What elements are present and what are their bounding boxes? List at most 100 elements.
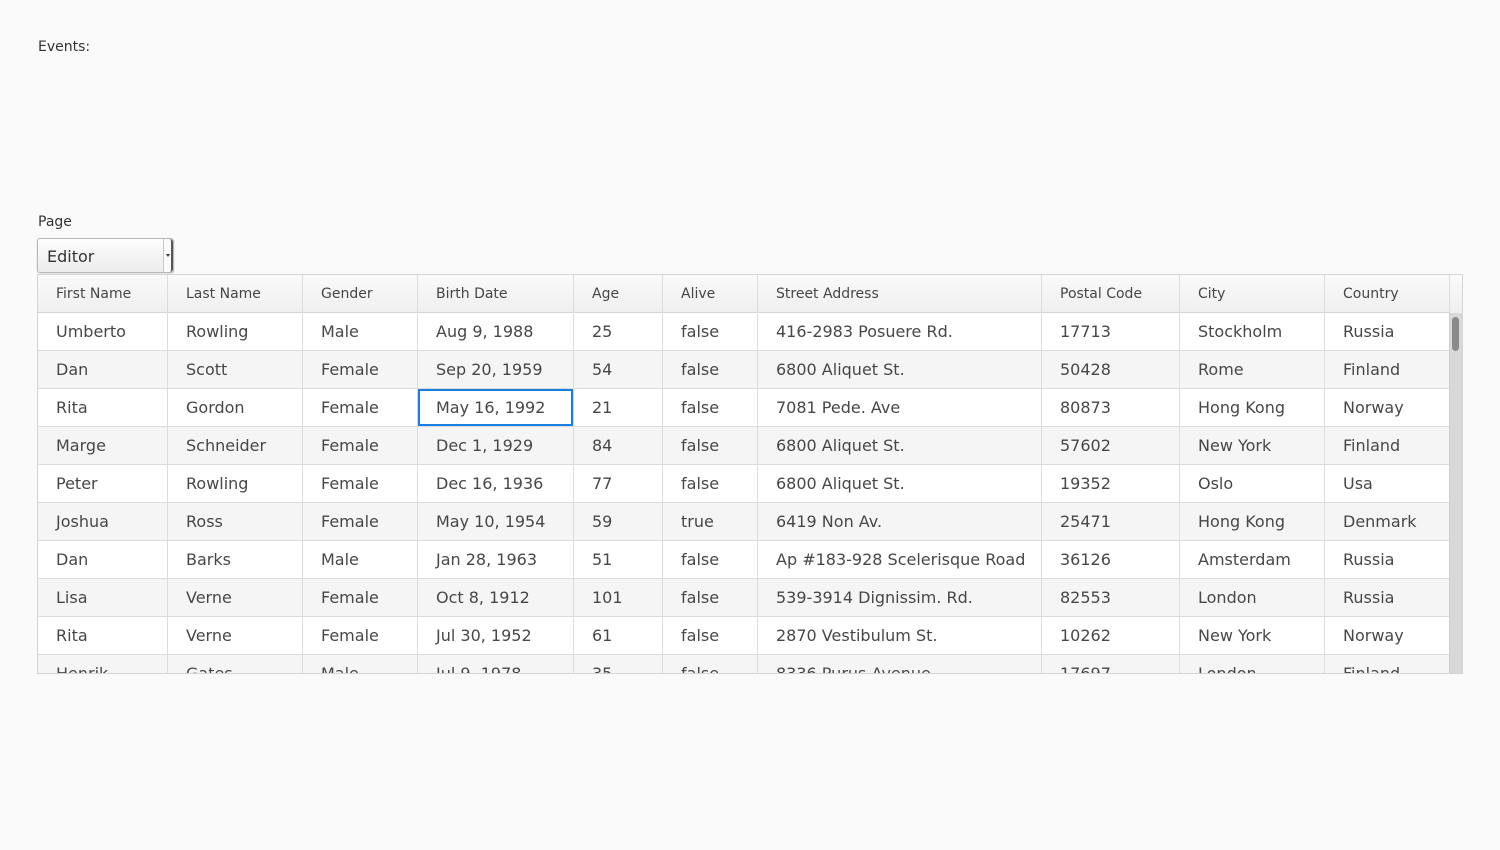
cell-first-name[interactable]: Peter [38, 465, 168, 502]
cell-street-address[interactable]: 8336 Purus Avenue [758, 655, 1042, 673]
table-row[interactable]: Peter Rowling Female Dec 16, 1936 77 false 680… [38, 465, 1450, 503]
cell-city[interactable]: Amsterdam [1180, 541, 1325, 578]
chevron-down-icon[interactable] [163, 239, 173, 272]
cell-gender[interactable]: Male [303, 313, 418, 350]
cell-alive[interactable]: false [663, 579, 758, 616]
cell-city[interactable]: New York [1180, 617, 1325, 654]
column-header-last-name[interactable]: Last Name [168, 275, 303, 313]
cell-country[interactable]: Norway [1325, 617, 1450, 654]
cell-country[interactable]: Russia [1325, 313, 1450, 350]
cell-birth-date[interactable]: Dec 16, 1936 [418, 465, 574, 502]
cell-street-address[interactable]: 416-2983 Posuere Rd. [758, 313, 1042, 350]
cell-first-name[interactable]: Dan [38, 541, 168, 578]
cell-alive[interactable]: false [663, 541, 758, 578]
cell-city[interactable]: Oslo [1180, 465, 1325, 502]
cell-last-name[interactable]: Schneider [168, 427, 303, 464]
cell-gender[interactable]: Female [303, 503, 418, 540]
cell-first-name[interactable]: Lisa [38, 579, 168, 616]
cell-gender[interactable]: Male [303, 655, 418, 673]
cell-city[interactable]: Hong Kong [1180, 503, 1325, 540]
data-grid[interactable]: First Name Last Name Gender Birth Date Age Al… [37, 274, 1463, 674]
cell-birth-date[interactable]: Oct 8, 1912 [418, 579, 574, 616]
cell-age[interactable]: 25 [574, 313, 663, 350]
cell-first-name[interactable]: Rita [38, 617, 168, 654]
table-row[interactable]: Rita Gordon Female May 16, 1992 21 false 7081 … [38, 389, 1450, 427]
cell-city[interactable]: Hong Kong [1180, 389, 1325, 426]
cell-postal-code[interactable]: 25471 [1042, 503, 1180, 540]
grid-body[interactable]: Umberto Rowling Male Aug 9, 1988 25 false 416-… [38, 313, 1450, 673]
table-row[interactable]: Dan Scott Female Sep 20, 1959 54 false 6800 Al… [38, 351, 1450, 389]
cell-postal-code[interactable]: 82553 [1042, 579, 1180, 616]
table-row[interactable]: Umberto Rowling Male Aug 9, 1988 25 false 416-… [38, 313, 1450, 351]
column-header-gender[interactable]: Gender [303, 275, 418, 313]
cell-gender[interactable]: Female [303, 351, 418, 388]
cell-postal-code[interactable]: 10262 [1042, 617, 1180, 654]
cell-gender[interactable]: Female [303, 465, 418, 502]
cell-street-address[interactable]: 6419 Non Av. [758, 503, 1042, 540]
cell-street-address[interactable]: 6800 Aliquet St. [758, 427, 1042, 464]
cell-last-name[interactable]: Ross [168, 503, 303, 540]
column-header-alive[interactable]: Alive [663, 275, 758, 313]
cell-age[interactable]: 35 [574, 655, 663, 673]
cell-first-name[interactable]: Umberto [38, 313, 168, 350]
column-header-street-address[interactable]: Street Address [758, 275, 1042, 313]
cell-last-name[interactable]: Rowling [168, 465, 303, 502]
cell-age[interactable]: 84 [574, 427, 663, 464]
cell-last-name[interactable]: Gordon [168, 389, 303, 426]
focused-cell-birth-date[interactable]: May 16, 1992 [418, 389, 574, 426]
cell-alive[interactable]: false [663, 655, 758, 673]
cell-city[interactable]: Rome [1180, 351, 1325, 388]
cell-birth-date[interactable]: Jul 30, 1952 [418, 617, 574, 654]
cell-first-name[interactable]: Joshua [38, 503, 168, 540]
cell-age[interactable]: 59 [574, 503, 663, 540]
scrollbar-thumb[interactable] [1452, 317, 1459, 351]
vertical-scrollbar[interactable] [1449, 313, 1462, 673]
cell-street-address[interactable]: 7081 Pede. Ave [758, 389, 1042, 426]
cell-country[interactable]: Finland [1325, 351, 1450, 388]
cell-country[interactable]: Finland [1325, 427, 1450, 464]
cell-first-name[interactable]: Marge [38, 427, 168, 464]
cell-country[interactable]: Usa [1325, 465, 1450, 502]
cell-postal-code[interactable]: 80873 [1042, 389, 1180, 426]
cell-city[interactable]: Stockholm [1180, 313, 1325, 350]
cell-postal-code[interactable]: 17713 [1042, 313, 1180, 350]
cell-birth-date[interactable]: Dec 1, 1929 [418, 427, 574, 464]
cell-last-name[interactable]: Gates [168, 655, 303, 673]
column-header-first-name[interactable]: First Name [38, 275, 168, 313]
cell-alive[interactable]: false [663, 313, 758, 350]
cell-alive[interactable]: false [663, 389, 758, 426]
cell-street-address[interactable]: 539-3914 Dignissim. Rd. [758, 579, 1042, 616]
cell-alive[interactable]: true [663, 503, 758, 540]
column-header-country[interactable]: Country [1325, 275, 1450, 313]
table-row[interactable]: Rita Verne Female Jul 30, 1952 61 false 2870 V… [38, 617, 1450, 655]
cell-gender[interactable]: Female [303, 389, 418, 426]
cell-postal-code[interactable]: 50428 [1042, 351, 1180, 388]
cell-alive[interactable]: false [663, 617, 758, 654]
cell-age[interactable]: 61 [574, 617, 663, 654]
cell-street-address[interactable]: Ap #183-928 Scelerisque Road [758, 541, 1042, 578]
table-row[interactable]: Marge Schneider Female Dec 1, 1929 84 false 68… [38, 427, 1450, 465]
cell-city[interactable]: New York [1180, 427, 1325, 464]
cell-postal-code[interactable]: 19352 [1042, 465, 1180, 502]
cell-age[interactable]: 21 [574, 389, 663, 426]
cell-last-name[interactable]: Verne [168, 579, 303, 616]
cell-birth-date[interactable]: Jul 9, 1978 [418, 655, 574, 673]
column-header-postal-code[interactable]: Postal Code [1042, 275, 1180, 313]
cell-street-address[interactable]: 6800 Aliquet St. [758, 351, 1042, 388]
cell-city[interactable]: London [1180, 655, 1325, 673]
cell-postal-code[interactable]: 36126 [1042, 541, 1180, 578]
table-row[interactable]: Joshua Ross Female May 10, 1954 59 true 6419 N… [38, 503, 1450, 541]
cell-postal-code[interactable]: 17697 [1042, 655, 1180, 673]
cell-last-name[interactable]: Scott [168, 351, 303, 388]
cell-age[interactable]: 54 [574, 351, 663, 388]
cell-birth-date[interactable]: Jan 28, 1963 [418, 541, 574, 578]
cell-last-name[interactable]: Barks [168, 541, 303, 578]
cell-country[interactable]: Denmark [1325, 503, 1450, 540]
cell-gender[interactable]: Female [303, 617, 418, 654]
cell-birth-date[interactable]: Sep 20, 1959 [418, 351, 574, 388]
cell-first-name[interactable]: Dan [38, 351, 168, 388]
column-header-city[interactable]: City [1180, 275, 1325, 313]
cell-age[interactable]: 77 [574, 465, 663, 502]
column-header-birth-date[interactable]: Birth Date [418, 275, 574, 313]
cell-street-address[interactable]: 6800 Aliquet St. [758, 465, 1042, 502]
